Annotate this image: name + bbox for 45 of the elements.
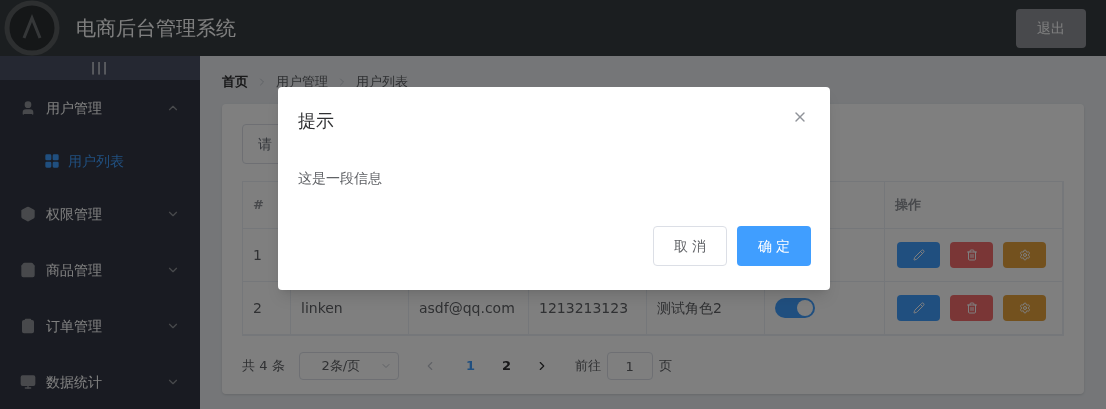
confirm-button[interactable]: 确 定 bbox=[737, 226, 811, 266]
settings-icon bbox=[1018, 302, 1031, 314]
table-cell-text: 2 bbox=[253, 298, 262, 318]
app-title: 电商后台管理系统 bbox=[76, 15, 236, 42]
page-number[interactable]: 2 bbox=[488, 356, 525, 376]
delete-button[interactable] bbox=[950, 295, 993, 321]
goto-unit: 页 bbox=[658, 357, 672, 376]
table-cell-text: 1 bbox=[253, 245, 262, 265]
breadcrumb-item[interactable]: 用户管理 bbox=[276, 72, 328, 92]
page-size-select[interactable]: 2条/页 bbox=[298, 352, 399, 380]
logo-icon bbox=[4, 0, 60, 56]
table-cell-text: 1213213123 bbox=[539, 298, 629, 318]
trash-icon bbox=[965, 302, 978, 314]
dialog-message: 这是一段信息 bbox=[298, 169, 383, 188]
settings-icon bbox=[1018, 249, 1031, 261]
menu-item[interactable]: 权限管理 bbox=[0, 186, 200, 242]
settings-button[interactable] bbox=[1003, 242, 1046, 268]
goto-label: 前往 bbox=[574, 357, 601, 376]
dialog-title: 提示 bbox=[298, 109, 334, 133]
breadcrumb-item: 用户列表 bbox=[356, 73, 408, 92]
delete-button[interactable] bbox=[950, 242, 993, 268]
column-header: # bbox=[253, 196, 264, 215]
table-cell-text: asdf@qq.com bbox=[419, 298, 515, 318]
settings-button[interactable] bbox=[1003, 295, 1046, 321]
menu-item[interactable]: 商品管理 bbox=[0, 242, 200, 298]
menu-item[interactable]: 用户管理 bbox=[0, 80, 200, 136]
menu-item[interactable]: 订单管理 bbox=[0, 298, 200, 354]
cancel-button[interactable]: 取 消 bbox=[653, 226, 727, 266]
goto-page-field[interactable]: 1 bbox=[606, 352, 653, 380]
collapse-toggle[interactable]: ||| bbox=[0, 56, 200, 80]
total-count: 共 4 条 bbox=[242, 357, 285, 376]
table-cell-text: 测试角色2 bbox=[657, 298, 722, 318]
monitor-icon bbox=[20, 374, 36, 390]
breadcrumb-item[interactable]: 首页 bbox=[222, 72, 248, 92]
user-icon bbox=[20, 100, 36, 116]
table-cell-text: linken bbox=[301, 298, 343, 318]
edit-button[interactable] bbox=[897, 295, 940, 321]
cube-icon bbox=[20, 206, 36, 222]
trash-icon bbox=[965, 249, 978, 261]
edit-button[interactable] bbox=[897, 242, 940, 268]
pencil-icon bbox=[912, 302, 925, 314]
pencil-icon bbox=[912, 249, 925, 261]
status-switch[interactable] bbox=[775, 298, 815, 318]
grid-icon bbox=[44, 153, 60, 169]
menu-item[interactable]: 数据统计 bbox=[0, 354, 200, 409]
